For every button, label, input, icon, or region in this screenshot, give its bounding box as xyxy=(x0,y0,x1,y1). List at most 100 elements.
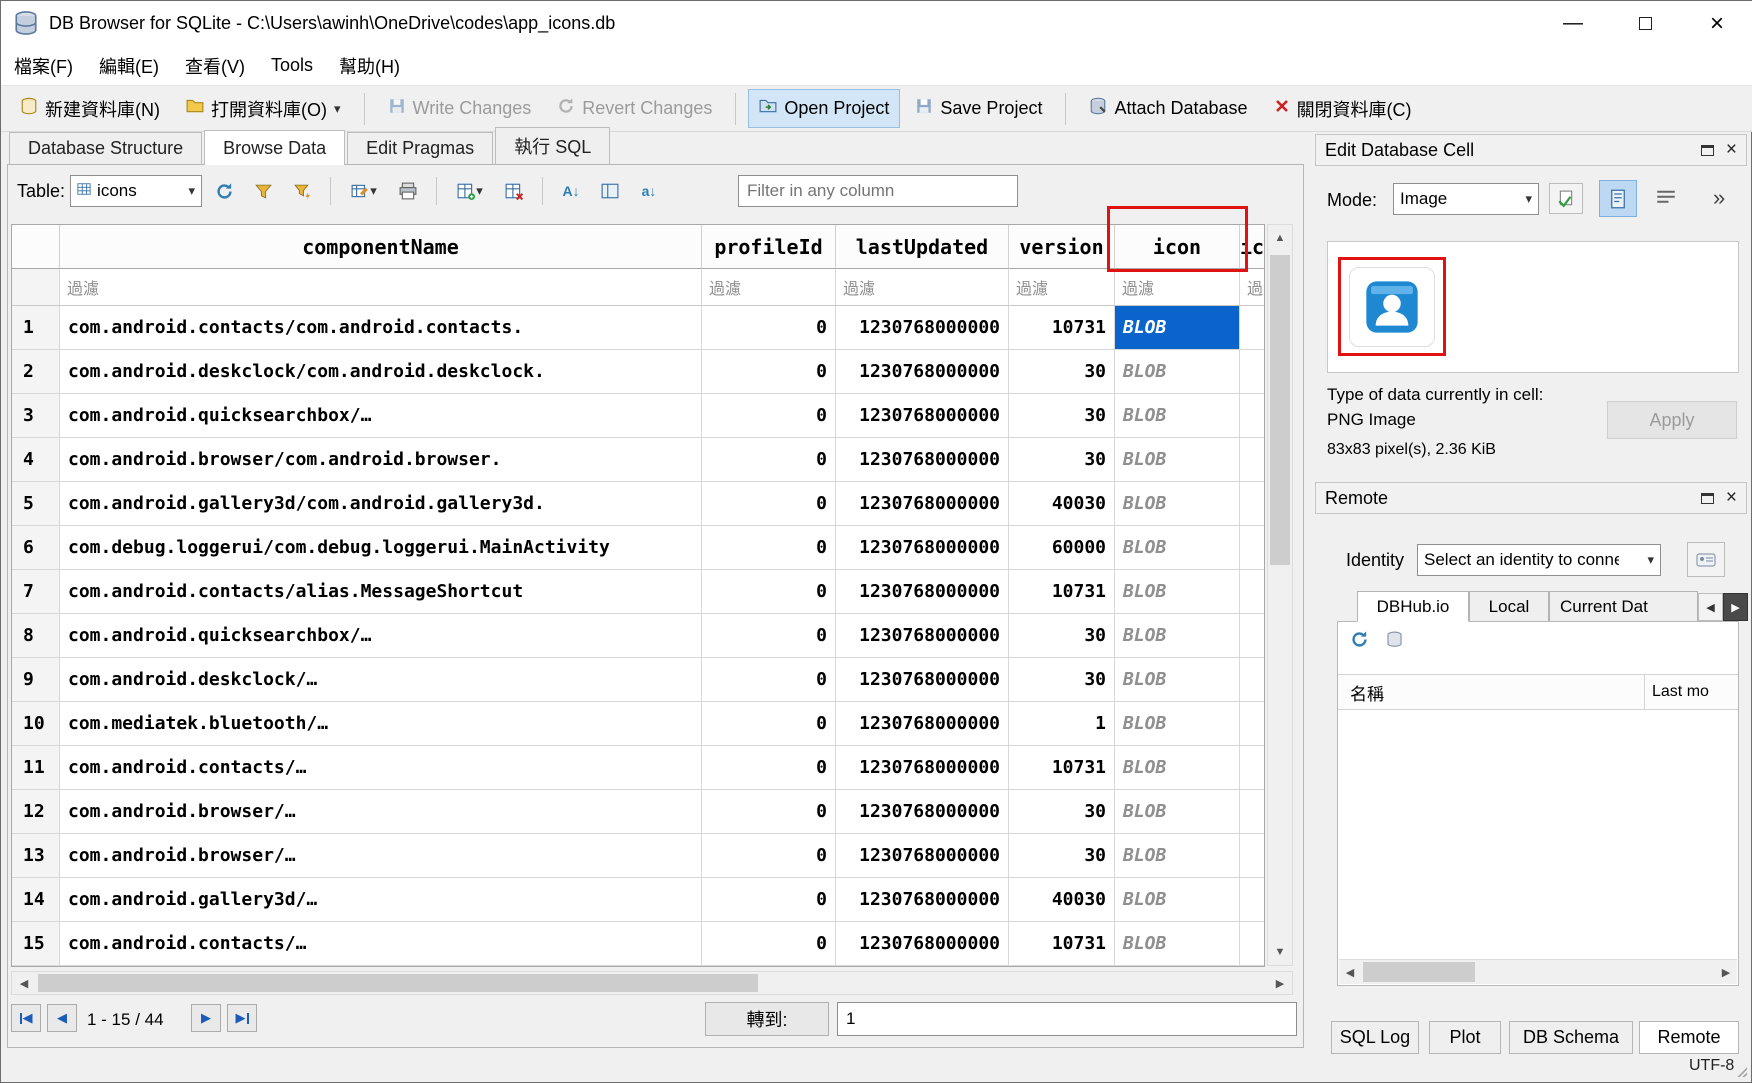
cell-lastUpdated[interactable]: 1230768000000 xyxy=(836,702,1009,746)
first-page-button[interactable]: ◀ xyxy=(11,1004,41,1032)
cell-componentName[interactable]: com.android.contacts/… xyxy=(60,746,702,790)
tab-browse-data[interactable]: Browse Data xyxy=(204,130,345,165)
cell-profileId[interactable]: 0 xyxy=(702,526,836,570)
cell-lastUpdated[interactable]: 1230768000000 xyxy=(836,570,1009,614)
remote-horizontal-scrollbar[interactable]: ◀ ▶ xyxy=(1339,959,1737,984)
cell-version[interactable]: 30 xyxy=(1009,438,1115,482)
cell-lastUpdated[interactable]: 1230768000000 xyxy=(836,878,1009,922)
cell-icon[interactable]: BLOB xyxy=(1115,878,1240,922)
open-database-dropdown-icon[interactable]: ▾ xyxy=(334,101,341,117)
cell-version[interactable]: 60000 xyxy=(1009,526,1115,570)
cell-version[interactable]: 30 xyxy=(1009,790,1115,834)
cell-profileId[interactable]: 0 xyxy=(702,922,836,966)
import-data-button[interactable] xyxy=(1549,183,1583,214)
column-header-version[interactable]: version xyxy=(1009,225,1115,269)
last-page-button[interactable]: ▶ xyxy=(227,1004,257,1032)
clear-filters-button[interactable] xyxy=(246,176,280,206)
close-button[interactable]: × xyxy=(1681,1,1752,46)
cell-componentName[interactable]: com.android.deskclock/… xyxy=(60,658,702,702)
edit-display-format-button[interactable]: ▾ xyxy=(342,176,386,206)
filter-lastUpdated[interactable]: 過濾 xyxy=(836,269,1009,306)
cell-version[interactable]: 30 xyxy=(1009,658,1115,702)
cell-componentName[interactable]: com.android.browser/… xyxy=(60,834,702,878)
resize-grip[interactable] xyxy=(1735,1065,1747,1077)
cell-version[interactable]: 10731 xyxy=(1009,746,1115,790)
cell-icon[interactable]: BLOB xyxy=(1115,746,1240,790)
cell-profileId[interactable]: 0 xyxy=(702,306,836,350)
cell-lastUpdated[interactable]: 1230768000000 xyxy=(836,658,1009,702)
cell-version[interactable]: 10731 xyxy=(1009,570,1115,614)
dock-tab-remote[interactable]: Remote xyxy=(1639,1021,1739,1054)
filter-componentName[interactable]: 過濾 xyxy=(60,269,702,306)
cell-icon[interactable]: BLOB xyxy=(1115,570,1240,614)
cell-profileId[interactable]: 0 xyxy=(702,614,836,658)
cell-icon[interactable]: BLOB xyxy=(1115,834,1240,878)
cell-componentName[interactable]: com.android.contacts/alias.MessageShortc… xyxy=(60,570,702,614)
cell-icon[interactable]: BLOB xyxy=(1115,526,1240,570)
tab-edit-pragmas[interactable]: Edit Pragmas xyxy=(347,132,493,165)
delete-record-button[interactable] xyxy=(497,176,531,206)
cell-version[interactable]: 1 xyxy=(1009,702,1115,746)
cell-version[interactable]: 40030 xyxy=(1009,878,1115,922)
cell-icon[interactable]: BLOB xyxy=(1115,790,1240,834)
new-database-button[interactable]: 新建資料庫(N) xyxy=(9,88,171,130)
cell-componentName[interactable]: com.android.deskclock/com.android.deskcl… xyxy=(60,350,702,394)
cell-lastUpdated[interactable]: 1230768000000 xyxy=(836,394,1009,438)
cell-version[interactable]: 30 xyxy=(1009,834,1115,878)
table-vertical-scrollbar[interactable]: ▲ ▼ xyxy=(1267,224,1293,966)
select-identity-file-button[interactable] xyxy=(1687,542,1725,577)
cell-profileId[interactable]: 0 xyxy=(702,482,836,526)
table-horizontal-scrollbar[interactable]: ◀ ▶ xyxy=(11,971,1293,995)
filter-icon[interactable]: 過濾 xyxy=(1115,269,1240,306)
sort-ascending-button[interactable]: A↓ xyxy=(554,176,588,206)
remote-refresh-button[interactable] xyxy=(1350,630,1369,654)
cell-profileId[interactable]: 0 xyxy=(702,394,836,438)
float-panel-icon[interactable] xyxy=(1701,145,1714,156)
filter-any-column-input[interactable] xyxy=(738,175,1018,207)
sort-descending-button[interactable]: a↓ xyxy=(632,176,666,206)
cell-componentName[interactable]: com.debug.loggerui/com.debug.loggerui.Ma… xyxy=(60,526,702,570)
minimize-button[interactable]: — xyxy=(1537,1,1609,46)
cell-componentName[interactable]: com.android.contacts/… xyxy=(60,922,702,966)
cell-componentName[interactable]: com.android.gallery3d/com.android.galler… xyxy=(60,482,702,526)
scroll-right-icon[interactable]: ▶ xyxy=(1715,960,1737,984)
corner-header[interactable] xyxy=(12,225,60,269)
scroll-left-icon[interactable]: ◀ xyxy=(1339,960,1361,984)
cell-profileId[interactable]: 0 xyxy=(702,878,836,922)
image-view-toggle-button[interactable] xyxy=(1599,180,1637,217)
cell-version[interactable]: 30 xyxy=(1009,614,1115,658)
menu-help[interactable]: 幫助(H) xyxy=(326,46,413,85)
cell-icon[interactable]: BLOB xyxy=(1115,922,1240,966)
word-wrap-button[interactable] xyxy=(1655,188,1677,213)
menu-file[interactable]: 檔案(F) xyxy=(1,46,86,85)
cell-icon[interactable]: BLOB xyxy=(1115,658,1240,702)
save-filter-button[interactable] xyxy=(285,176,319,206)
column-header-componentName[interactable]: componentName xyxy=(60,225,702,269)
scroll-up-icon[interactable]: ▲ xyxy=(1268,225,1292,251)
cell-icon[interactable]: BLOB xyxy=(1115,306,1240,350)
menu-view[interactable]: 查看(V) xyxy=(172,46,258,85)
tab-database-structure[interactable]: Database Structure xyxy=(9,132,202,165)
mode-select[interactable]: Image ▾ xyxy=(1393,183,1539,215)
tab-scroll-left-button[interactable]: ◀ xyxy=(1698,593,1723,621)
cell-profileId[interactable]: 0 xyxy=(702,350,836,394)
cell-profileId[interactable]: 0 xyxy=(702,570,836,614)
cell-componentName[interactable]: com.android.browser/… xyxy=(60,790,702,834)
float-panel-icon[interactable] xyxy=(1701,493,1714,504)
open-project-button[interactable]: Open Project xyxy=(748,89,900,128)
remote-column-name[interactable]: 名稱 xyxy=(1338,680,1384,705)
dock-tab-db-schema[interactable]: DB Schema xyxy=(1509,1021,1633,1054)
cell-lastUpdated[interactable]: 1230768000000 xyxy=(836,438,1009,482)
cell-componentName[interactable]: com.android.quicksearchbox/… xyxy=(60,394,702,438)
cell-lastUpdated[interactable]: 1230768000000 xyxy=(836,350,1009,394)
toolbar-overflow-button[interactable]: » xyxy=(1713,185,1725,211)
cell-profileId[interactable]: 0 xyxy=(702,438,836,482)
cell-lastUpdated[interactable]: 1230768000000 xyxy=(836,614,1009,658)
open-database-button[interactable]: 打開資料庫(O) ▾ xyxy=(175,88,352,130)
cell-lastUpdated[interactable]: 1230768000000 xyxy=(836,922,1009,966)
refresh-button[interactable] xyxy=(207,176,241,206)
next-page-button[interactable]: ▶ xyxy=(191,1004,221,1032)
cell-lastUpdated[interactable]: 1230768000000 xyxy=(836,526,1009,570)
menu-edit[interactable]: 編輯(E) xyxy=(86,46,172,85)
cell-profileId[interactable]: 0 xyxy=(702,746,836,790)
